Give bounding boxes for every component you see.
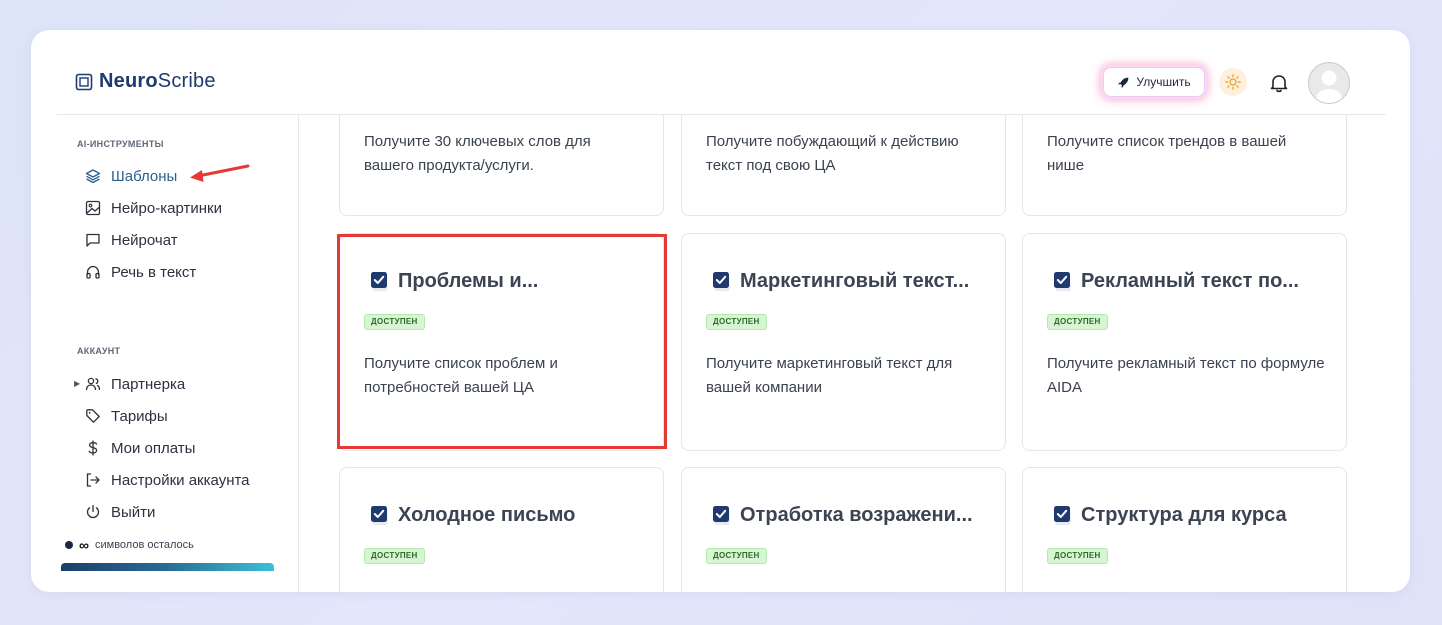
template-card[interactable]: Получите список трендов в вашей нише — [1022, 115, 1347, 216]
sidebar-item-speech-to-text[interactable]: Речь в текст — [85, 261, 196, 283]
chat-icon — [86, 233, 100, 247]
top-bar: NeuroScribe Улучшить — [31, 30, 1410, 114]
app-window: NeuroScribe Улучшить AI-ИНСТРУМЕНТЫ Шабл… — [31, 30, 1410, 592]
template-card-objections[interactable]: Отработка возражени... ДОСТУПЕН — [681, 467, 1006, 592]
bell-icon[interactable] — [1268, 72, 1290, 94]
card-description: Получите маркетинговый текст для вашей к… — [706, 355, 953, 396]
checkbox-icon — [1054, 271, 1071, 291]
users-icon — [85, 377, 101, 391]
section-title-account: АККАУНТ — [77, 346, 121, 356]
sidebar-item-neurochat[interactable]: Нейрочат — [85, 229, 178, 251]
avatar[interactable] — [1308, 62, 1350, 104]
sidebar-item-label: Нейро-картинки — [111, 199, 222, 217]
annotation-arrow — [190, 164, 250, 182]
sidebar-item-neuro-images[interactable]: Нейро-картинки — [85, 197, 222, 219]
template-card[interactable]: Получите побуждающий к действию текст по… — [681, 115, 1006, 216]
template-card-marketing[interactable]: Маркетинговый текст... ДОСТУПЕН Получите… — [681, 233, 1006, 451]
annotation-highlight-box — [337, 234, 667, 449]
template-card-course-structure[interactable]: Структура для курса ДОСТУПЕН — [1022, 467, 1347, 592]
upgrade-button[interactable]: Улучшить — [1103, 67, 1205, 97]
theme-toggle[interactable] — [1219, 68, 1247, 96]
card-title-text: Холодное письмо — [398, 504, 576, 526]
card-title: Рекламный текст по... — [1053, 270, 1299, 293]
sidebar-item-label: Тарифы — [111, 407, 168, 425]
card-description: Получите побуждающий к действию текст по… — [706, 133, 959, 174]
sidebar-item-templates[interactable]: Шаблоны — [85, 165, 177, 187]
logout-icon — [86, 473, 100, 487]
sidebar-item-partner[interactable]: Партнерка — [85, 373, 185, 395]
checkbox-icon — [713, 505, 730, 525]
headphones-icon — [86, 265, 100, 279]
logo[interactable]: NeuroScribe — [75, 70, 216, 93]
status-badge: ДОСТУПЕН — [1047, 548, 1108, 564]
status-badge: ДОСТУПЕН — [364, 548, 425, 564]
user-avatar-icon — [1316, 70, 1342, 103]
template-card-cold-email[interactable]: Холодное письмо ДОСТУПЕН — [339, 467, 664, 592]
credits-symbol: ∞ — [79, 537, 89, 553]
status-badge: ДОСТУПЕН — [1047, 314, 1108, 330]
layers-icon — [85, 169, 101, 184]
credits-indicator: ∞ символов осталось — [65, 537, 194, 553]
tag-icon — [86, 409, 100, 423]
sidebar-item-label: Речь в текст — [111, 263, 197, 281]
card-title-text: Маркетинговый текст... — [740, 270, 970, 292]
expand-caret-icon[interactable]: ▶ — [74, 379, 80, 388]
card-description: Получите 30 ключевых слов для вашего про… — [364, 133, 591, 174]
card-title-text: Структура для курса — [1081, 504, 1287, 526]
card-title: Холодное письмо — [370, 504, 575, 527]
checkbox-icon — [371, 505, 388, 525]
template-card-ad-text[interactable]: Рекламный текст по... ДОСТУПЕН Получите … — [1022, 233, 1347, 451]
sidebar-item-label: Нейрочат — [111, 231, 178, 249]
sidebar: AI-ИНСТРУМЕНТЫ Шаблоны Нейро-картинки Не… — [57, 115, 299, 592]
sidebar-item-label: Выйти — [111, 503, 156, 521]
sun-icon — [1225, 74, 1241, 90]
template-card[interactable]: Получите 30 ключевых слов для вашего про… — [339, 115, 664, 216]
rocket-icon — [1118, 77, 1129, 88]
status-badge: ДОСТУПЕН — [706, 548, 767, 564]
card-description: Получите список трендов в вашей нише — [1047, 133, 1287, 174]
logo-icon — [75, 73, 93, 90]
sidebar-item-label: Мои оплаты — [111, 439, 196, 457]
credits-text: символов осталось — [94, 539, 194, 551]
card-title: Отработка возражени... — [712, 504, 973, 527]
status-dot — [65, 541, 73, 549]
checkbox-icon — [713, 271, 730, 291]
sidebar-item-label: Партнерка — [111, 375, 186, 393]
image-icon — [85, 200, 101, 216]
card-title: Структура для курса — [1053, 504, 1287, 527]
section-title-tools: AI-ИНСТРУМЕНТЫ — [77, 139, 164, 149]
sidebar-item-label: Шаблоны — [111, 167, 178, 185]
card-title-text: Рекламный текст по... — [1081, 270, 1299, 292]
sidebar-item-my-payments[interactable]: Мои оплаты — [85, 437, 195, 459]
card-title: Маркетинговый текст... — [712, 270, 969, 293]
sidebar-item-tariffs[interactable]: Тарифы — [85, 405, 168, 427]
credits-bar — [61, 563, 274, 571]
sidebar-item-account-settings[interactable]: Настройки аккаунта — [85, 469, 250, 491]
logo-text: NeuroScribe — [99, 70, 216, 92]
upgrade-label: Улучшить — [1136, 75, 1191, 89]
checkbox-icon — [1054, 505, 1071, 525]
power-icon — [86, 504, 100, 519]
card-description: Получите рекламный текст по формуле AIDA — [1047, 355, 1325, 396]
status-badge: ДОСТУПЕН — [706, 314, 767, 330]
dollar-icon — [88, 440, 98, 456]
card-title-text: Отработка возражени... — [740, 504, 973, 526]
sidebar-item-logout[interactable]: Выйти — [85, 501, 155, 523]
sidebar-item-label: Настройки аккаунта — [111, 471, 250, 489]
